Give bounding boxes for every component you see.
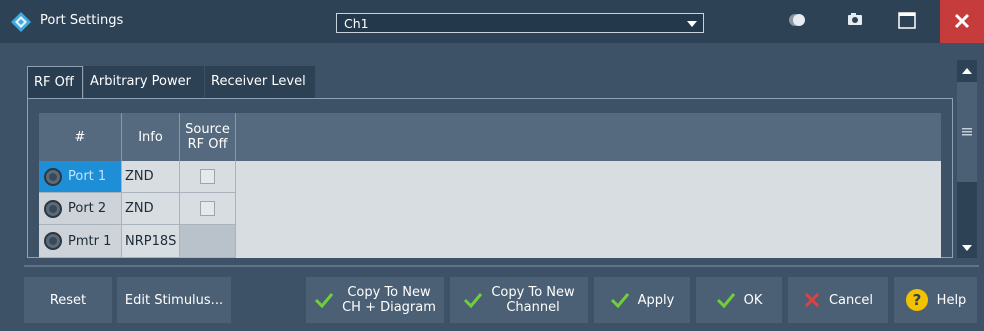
port-cell[interactable]: Port 1 (39, 161, 122, 193)
apply-button[interactable]: Apply (594, 277, 690, 323)
port-icon (44, 167, 62, 186)
source-rf-off-cell (180, 193, 236, 225)
scroll-thumb[interactable] (957, 82, 977, 182)
edit-stimulus-button-label: Edit Stimulus... (124, 292, 224, 308)
column-header-source-rf-off[interactable]: Source RF Off (180, 113, 236, 161)
info-cell: ZND (122, 193, 180, 225)
checkmark-icon (464, 293, 483, 309)
apply-button-label: Apply (637, 292, 675, 308)
close-button[interactable] (940, 0, 984, 43)
copy-to-new-channel-button[interactable]: Copy To New Channel (450, 277, 588, 323)
vertical-scrollbar[interactable] (957, 60, 977, 258)
toggle-icon[interactable] (775, 0, 819, 43)
port-label: Port 2 (68, 201, 107, 216)
port-label: Port 1 (68, 169, 107, 184)
maximize-icon[interactable] (885, 0, 929, 43)
reset-button-label: Reset (49, 292, 87, 308)
table-row[interactable]: Pmtr 1 NRP18S (39, 225, 236, 258)
tab-rf-off[interactable]: RF Off (27, 66, 83, 98)
reset-button[interactable]: Reset (24, 277, 112, 323)
column-header-number[interactable]: # (39, 113, 122, 161)
source-rf-off-cell (180, 161, 236, 193)
copy-to-new-ch-diagram-button[interactable]: Copy To New CH + Diagram (306, 277, 444, 323)
port-cell[interactable]: Port 2 (39, 193, 122, 225)
port-icon (44, 199, 62, 218)
checkmark-icon (610, 293, 629, 309)
tab-arbitrary-power[interactable]: Arbitrary Power (84, 66, 204, 98)
port-label: Pmtr 1 (68, 233, 112, 249)
divider (24, 265, 979, 267)
cancel-button[interactable]: Cancel (788, 277, 888, 323)
app-logo-icon (11, 12, 31, 32)
table-row[interactable]: Port 2 ZND (39, 193, 236, 225)
info-cell: NRP18S (122, 225, 180, 258)
help-icon: ? (905, 289, 928, 311)
port-table: # Info Source RF Off Port 1 ZND Port 2 Z… (39, 113, 941, 258)
window-title: Port Settings (40, 13, 124, 28)
table-header: # Info Source RF Off (39, 113, 941, 161)
column-header-info[interactable]: Info (122, 113, 180, 161)
channel-select-value: Ch1 (344, 16, 369, 31)
channel-select[interactable]: Ch1 (336, 13, 704, 33)
checkmark-icon (716, 293, 735, 309)
table-row[interactable]: Port 1 ZND (39, 161, 236, 193)
arrow-down-icon (962, 245, 972, 251)
edit-stimulus-button[interactable]: Edit Stimulus... (117, 277, 231, 323)
source-rf-off-checkbox[interactable] (200, 201, 215, 216)
source-rf-off-checkbox[interactable] (200, 169, 215, 184)
info-cell: ZND (122, 161, 180, 193)
cancel-button-label: Cancel (828, 292, 874, 308)
scroll-up-button[interactable] (957, 60, 977, 82)
scroll-down-button[interactable] (957, 236, 977, 258)
copy-to-new-ch-diagram-label: Copy To New CH + Diagram (342, 285, 436, 315)
arrow-up-icon (962, 68, 972, 74)
camera-icon[interactable] (832, 0, 876, 43)
chevron-down-icon (687, 21, 697, 27)
port-settings-dialog: Port Settings Ch1 RF Off Arbitrary Power… (0, 0, 984, 331)
checkmark-icon (315, 293, 334, 309)
port-cell[interactable]: Pmtr 1 (39, 225, 122, 258)
title-bar: Port Settings Ch1 (0, 0, 984, 43)
help-button[interactable]: ? Help (894, 277, 977, 323)
ok-button[interactable]: OK (696, 277, 782, 323)
ok-button-label: OK (743, 292, 763, 308)
svg-text:?: ? (912, 291, 921, 309)
copy-to-new-channel-label: Copy To New Channel (491, 285, 575, 315)
x-icon (804, 292, 820, 308)
source-rf-off-cell (180, 225, 236, 258)
power-meter-icon (44, 232, 62, 250)
tab-receiver-level[interactable]: Receiver Level (205, 66, 315, 98)
close-icon (954, 13, 970, 29)
grip-icon (962, 128, 972, 136)
help-button-label: Help (936, 292, 967, 308)
